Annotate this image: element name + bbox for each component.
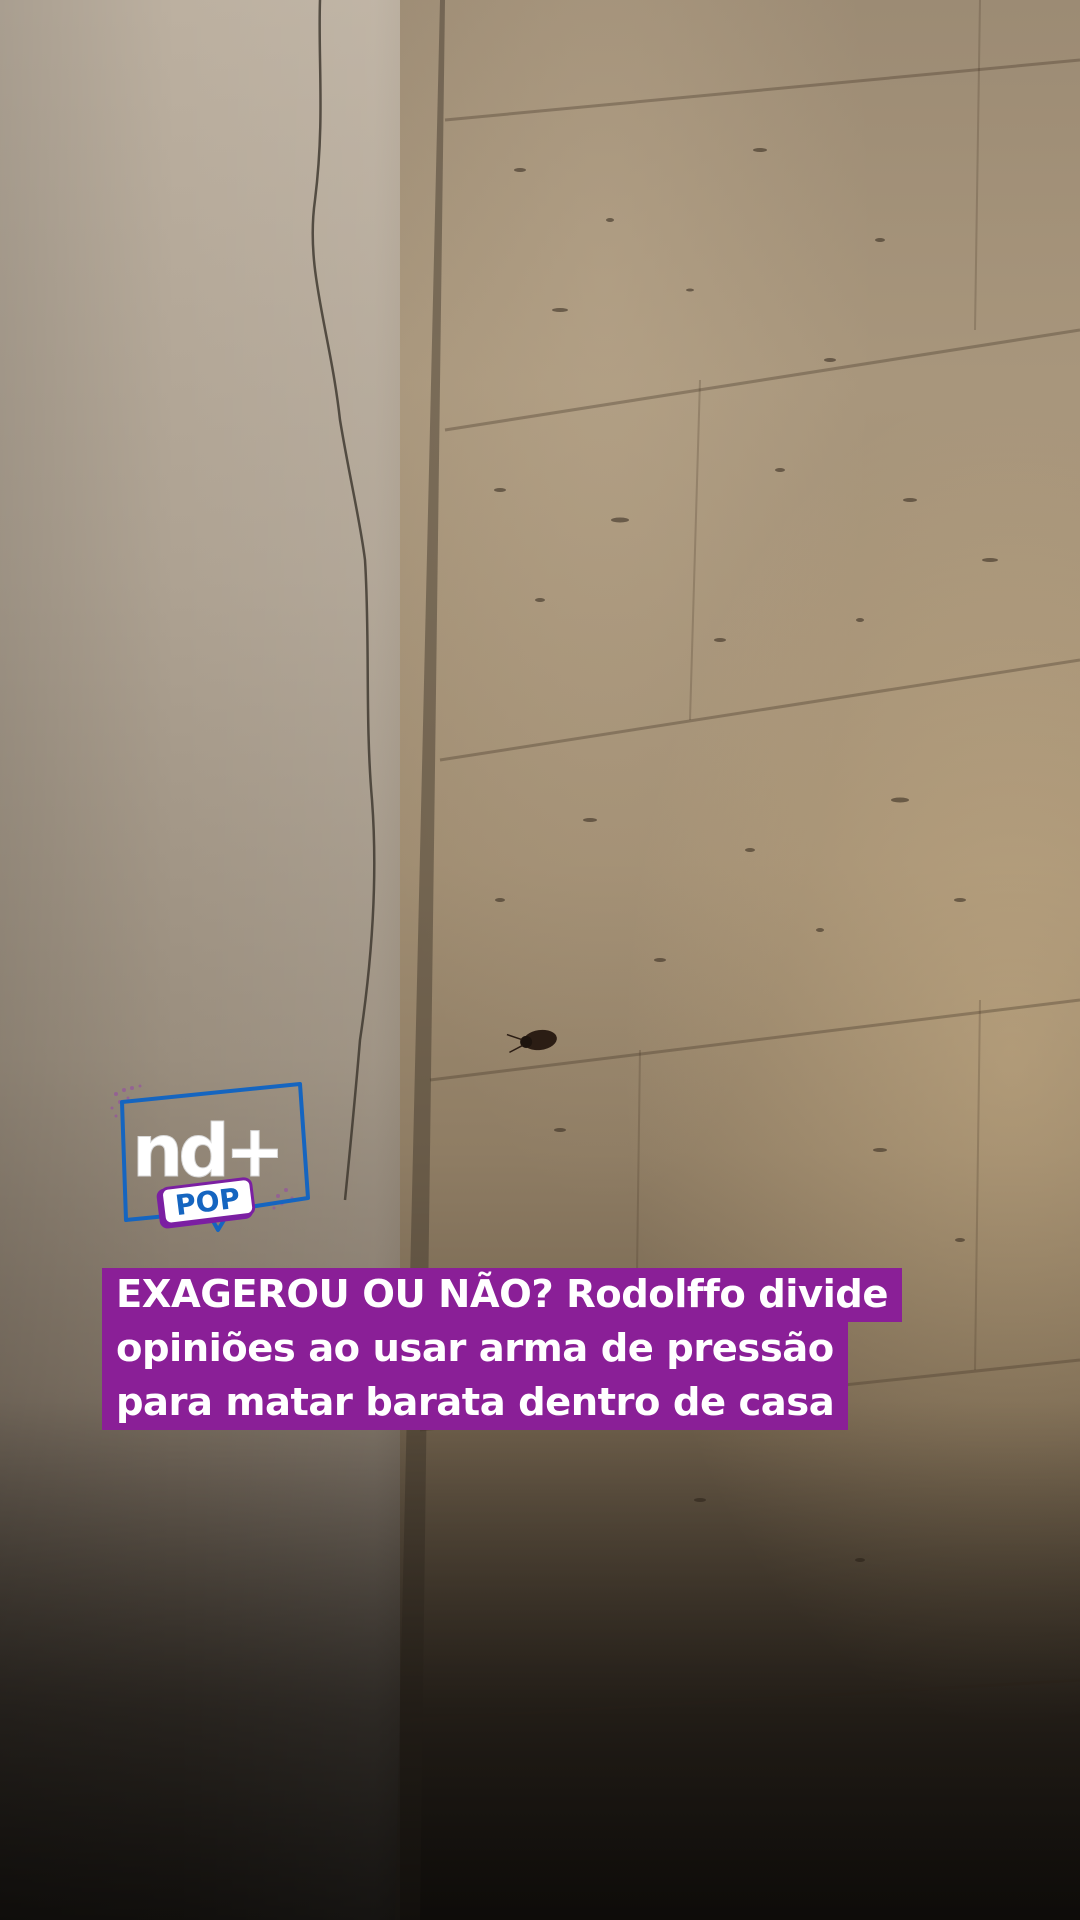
headline-line-1: EXAGEROU OU NÃO? Rodolffo divide — [102, 1268, 902, 1322]
headline-line-2: opiniões ao usar arma de pressão — [102, 1322, 848, 1376]
headline-caption: EXAGEROU OU NÃO? Rodolffo divide opiniõe… — [102, 1268, 1002, 1430]
logo-brand-text: nd+ — [132, 1109, 280, 1193]
nd-pop-logo: nd+ POP — [110, 1082, 310, 1232]
headline-line-3: para matar barata dentro de casa — [102, 1376, 849, 1430]
video-frame: nd+ POP EXAGEROU OU NÃO? Rodolffo divide… — [0, 0, 1080, 1920]
cockroach — [506, 1029, 557, 1054]
